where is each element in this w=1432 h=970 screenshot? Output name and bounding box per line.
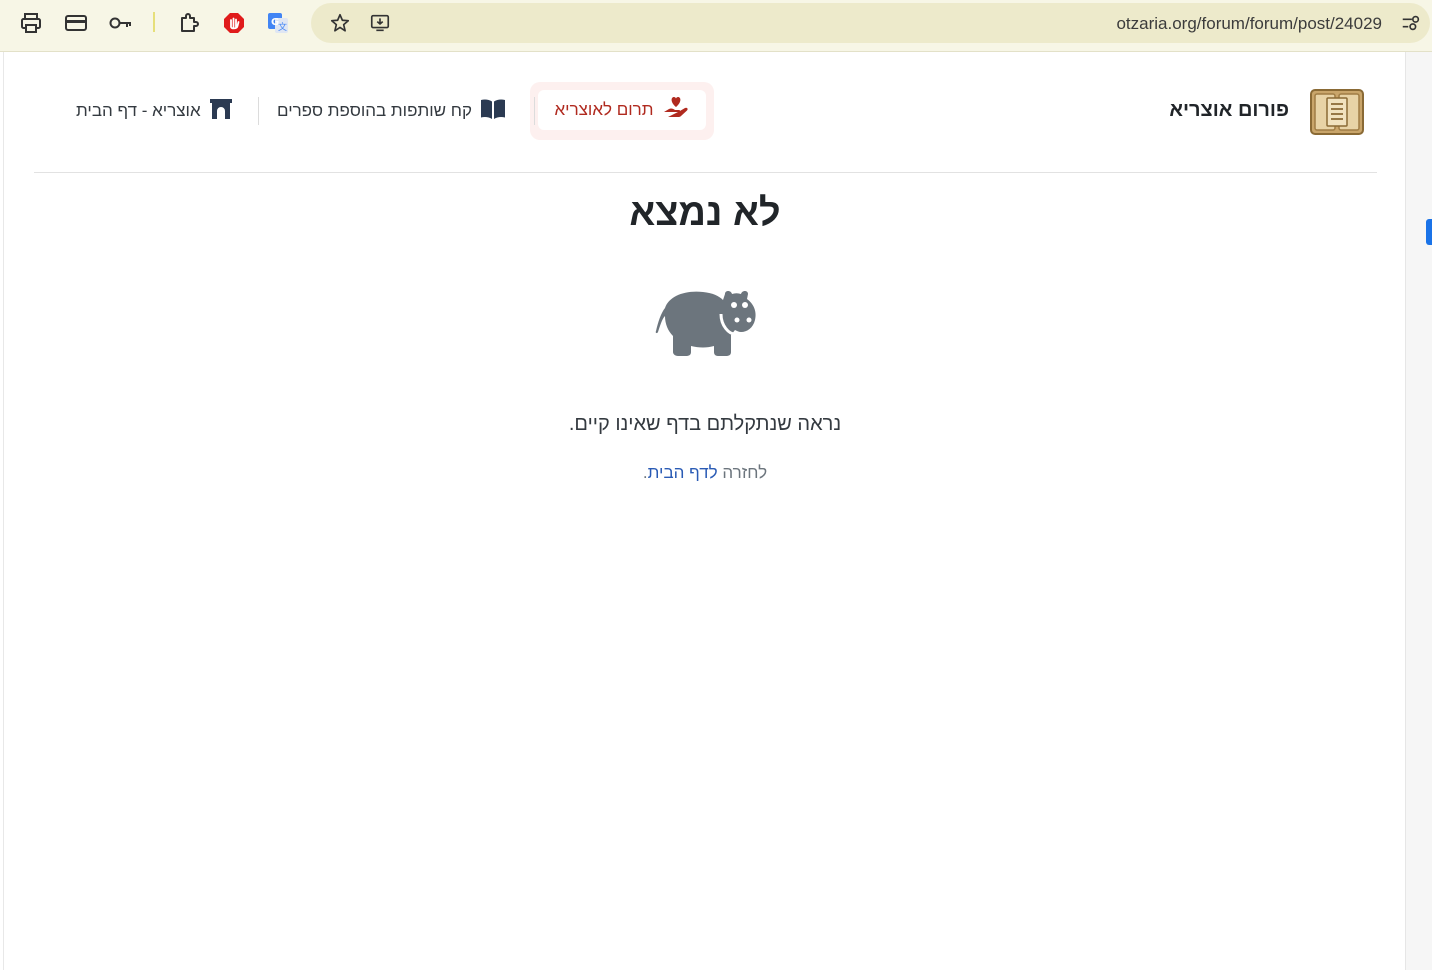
hippo-icon	[655, 286, 757, 358]
book-logo-icon[interactable]	[1309, 86, 1365, 138]
print-icon[interactable]	[18, 10, 44, 36]
translate-icon[interactable]: G文	[265, 10, 291, 36]
credit-card-icon[interactable]	[63, 10, 89, 36]
install-app-icon[interactable]	[367, 10, 393, 36]
extensions-icon[interactable]	[176, 10, 202, 36]
star-icon[interactable]	[327, 10, 353, 36]
site-header: פורום אוצריא תרום לאוצריא קח שותפות בהוס…	[34, 52, 1377, 173]
nav-add-books-link[interactable]: קח שותפות בהוספת ספרים	[277, 98, 506, 124]
nav-home-link[interactable]: אוצריא - דף הבית	[76, 98, 233, 124]
back-prefix: לחזרה	[717, 463, 768, 482]
back-home-link[interactable]: לדף הבית	[648, 463, 718, 482]
donate-container: תרום לאוצריא	[530, 82, 714, 140]
nav-add-books-label: קח שותפות בהוספת ספרים	[277, 101, 472, 120]
scrollbar[interactable]	[1405, 52, 1432, 970]
donate-button[interactable]: תרום לאוצריא	[538, 90, 706, 130]
adblock-icon[interactable]	[221, 10, 247, 36]
archway-icon	[209, 98, 233, 125]
book-open-icon	[480, 98, 506, 125]
not-found-message: נראה שנתקלתם בדף שאינו קיים.	[568, 413, 842, 435]
hand-heart-icon	[662, 96, 690, 125]
donate-label: תרום לאוצריא	[554, 100, 654, 119]
key-icon[interactable]	[108, 10, 134, 36]
url-text[interactable]: otzaria.org/forum/forum/post/24029	[1116, 14, 1382, 34]
site-settings-icon[interactable]	[1398, 10, 1424, 36]
page-content: פורום אוצריא תרום לאוצריא קח שותפות בהוס…	[3, 52, 1405, 970]
nav-divider	[534, 97, 535, 125]
side-panel-tab[interactable]	[1426, 219, 1432, 245]
nav-divider	[258, 97, 259, 125]
site-title[interactable]: פורום אוצריא	[1169, 99, 1289, 122]
back-home-line: לחזרה לדף הבית.	[4, 463, 1406, 483]
nav-home-label: אוצריא - דף הבית	[76, 101, 201, 120]
svg-text:文: 文	[278, 21, 287, 33]
address-bar[interactable]: otzaria.org/forum/forum/post/24029	[311, 3, 1430, 43]
page-title: לא נמצא	[629, 192, 781, 234]
browser-toolbar: G文 otzaria.org/forum/forum/post/24029	[0, 0, 1432, 52]
toolbar-divider	[153, 12, 155, 32]
